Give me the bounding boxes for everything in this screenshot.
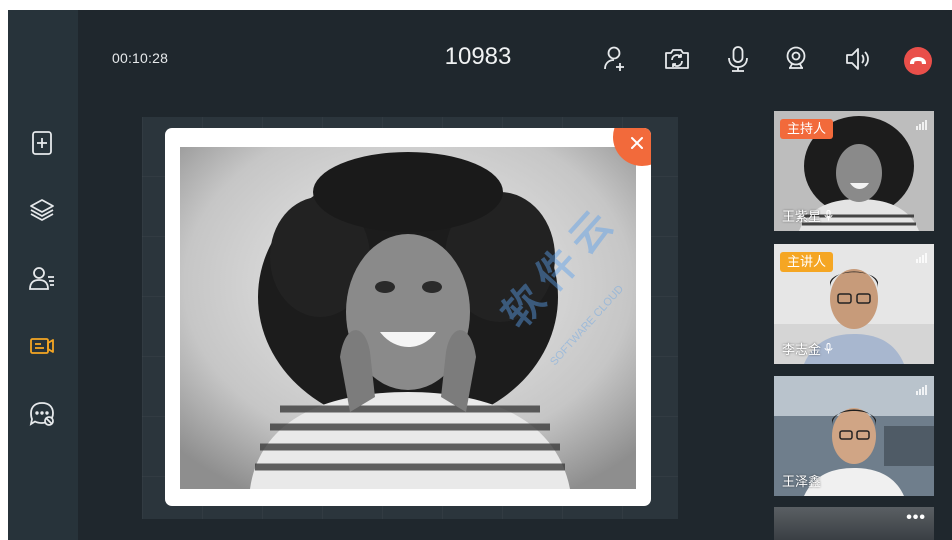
enlarged-video-modal <box>165 128 651 506</box>
speaker-button[interactable] <box>840 42 874 76</box>
mute-chat-icon <box>29 402 54 426</box>
screen-share-button[interactable] <box>26 330 58 362</box>
role-badge-presenter: 主讲人 <box>780 252 834 272</box>
participant-name-row: 王紫星 <box>782 206 833 225</box>
layers-icon <box>30 199 54 221</box>
participant-name-row: 李志金 <box>782 339 833 358</box>
participant-tile-2[interactable]: 主讲人 李志金 <box>774 244 934 364</box>
signal-strength-icon <box>916 253 927 263</box>
participants-list-icon <box>29 267 54 290</box>
microphone-button[interactable] <box>721 42 755 76</box>
speaker-icon <box>846 48 869 70</box>
participant-tile-1[interactable]: 主持人 王紫星 <box>774 111 934 231</box>
room-id: 10983 <box>444 43 512 70</box>
switch-camera-button[interactable] <box>660 42 694 76</box>
add-document-button[interactable] <box>26 127 58 159</box>
more-options-button[interactable]: ••• <box>906 509 926 527</box>
participants-button[interactable] <box>26 262 58 294</box>
participant-name-row: 王泽鑫 <box>782 471 821 490</box>
add-user-icon <box>604 46 624 71</box>
close-icon <box>631 137 643 149</box>
microphone-icon <box>728 46 748 72</box>
call-timer: 00:10:28 <box>112 50 169 66</box>
participant-name: 王泽鑫 <box>782 474 822 489</box>
layers-button[interactable] <box>26 194 58 226</box>
mute-chat-button[interactable] <box>26 398 58 430</box>
participant-tile-3[interactable]: 王泽鑫 <box>774 376 934 496</box>
invite-user-button[interactable] <box>599 42 633 76</box>
participant-name: 李志金 <box>782 342 822 357</box>
participant-tile-4[interactable]: ••• <box>774 507 934 540</box>
signal-strength-icon <box>916 385 927 395</box>
add-document-icon <box>32 131 52 155</box>
hang-up-button[interactable] <box>904 47 932 75</box>
switch-camera-icon <box>665 49 689 69</box>
role-badge-host: 主持人 <box>780 119 834 139</box>
hang-up-icon <box>910 57 926 64</box>
signal-strength-icon <box>916 120 927 130</box>
mic-level-icon <box>824 343 833 354</box>
camera-toggle-button[interactable] <box>779 42 813 76</box>
video-call-app: 00:10:28 10983 软件云 SOFTWARE CLOUD 主持人 王紫… <box>8 10 952 540</box>
webcam-icon <box>786 46 806 69</box>
participant-photo <box>180 147 636 489</box>
screen-share-icon <box>30 338 54 354</box>
mic-level-icon <box>824 210 833 221</box>
left-sidebar <box>8 10 78 540</box>
enlarged-participant-video <box>180 147 636 489</box>
participant-name: 王紫星 <box>782 209 822 224</box>
